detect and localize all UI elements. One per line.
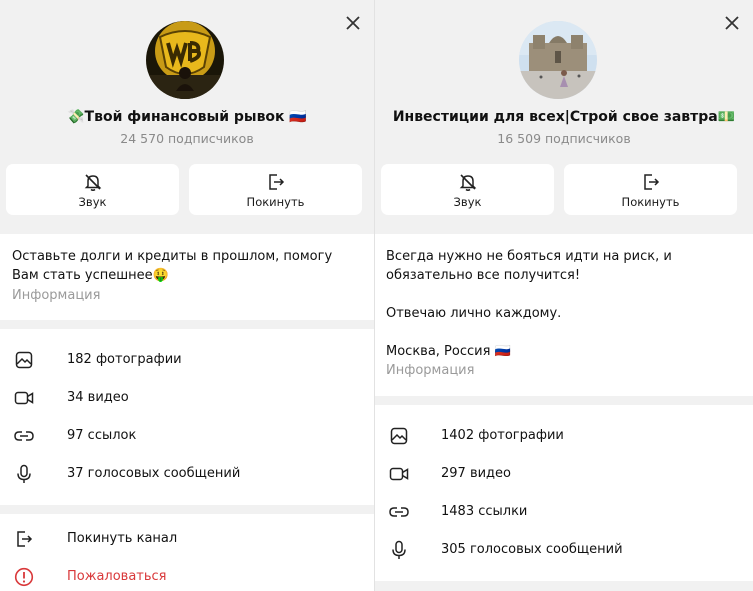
leave-icon [266,172,286,192]
media-item-label: 97 ссылок [67,428,137,443]
channel-title: 💸Твой финансовый рывок 🇷🇺 [67,109,307,125]
channel-title: Инвестиции для всех|Строй свое завтра💵 [392,109,736,125]
microphone-icon [389,540,409,560]
leave-icon [641,172,661,192]
photo-icon [14,350,34,370]
bell-off-icon [83,172,103,192]
bell-off-icon [458,172,478,192]
microphone-icon [14,464,34,484]
description-label: Информация [12,288,101,303]
video-icon [14,388,34,408]
link-icon [389,502,409,522]
media-item-videos[interactable]: 34 видео [0,379,374,417]
media-item-voice[interactable]: 37 голосовых сообщений [0,455,374,493]
media-item-photos[interactable]: 182 фотографии [0,341,374,379]
channel-description-line: Всегда нужно не бояться идти на риск, и … [386,249,672,283]
media-item-label: 305 голосовых сообщений [441,542,623,557]
close-icon [346,16,360,30]
media-item-label: 34 видео [67,390,129,405]
mute-button-label: Звук [453,195,482,209]
media-item-label: 182 фотографии [67,352,182,367]
report-label: Пожаловаться [67,569,167,584]
leave-button-label: Покинуть [246,195,305,209]
mute-button-label: Звук [78,195,107,209]
close-icon [725,16,739,30]
media-item-voice[interactable]: 305 голосовых сообщений [375,531,753,569]
media-item-links[interactable]: 1483 ссылки [375,493,753,531]
channel-description-line: Москва, Россия 🇷🇺 [386,344,511,359]
link-icon [14,426,34,446]
channel-avatar[interactable] [146,21,224,99]
media-section: 182 фотографии 34 видео 97 ссылок 37 гол… [0,329,374,505]
report-button[interactable]: Пожаловаться [0,558,374,591]
media-item-label: 297 видео [441,466,511,481]
subscriber-count: 16 509 подписчиков [497,131,631,146]
close-button[interactable] [342,12,364,34]
channel-info-panel-right: Инвестиции для всех|Строй свое завтра💵 1… [374,0,753,591]
leave-channel-label: Покинуть канал [67,531,178,546]
media-item-label: 37 голосовых сообщений [67,466,241,481]
media-item-photos[interactable]: 1402 фотографии [375,417,753,455]
leave-button[interactable]: Покинуть [189,164,362,215]
leave-button-label: Покинуть [621,195,680,209]
mute-button[interactable]: Звук [6,164,179,215]
media-section: 1402 фотографии 297 видео 1483 ссылки 30… [375,405,753,581]
close-button[interactable] [721,12,743,34]
channel-description: Оставьте долги и кредиты в прошлом, помо… [12,249,333,283]
leave-channel-button[interactable]: Покинуть канал [0,520,374,558]
channel-actions-section: Покинуть канал Пожаловаться [0,514,374,591]
subscriber-count: 24 570 подписчиков [120,131,254,146]
video-icon [389,464,409,484]
report-icon [14,567,34,587]
channel-info-panel-left: 💸Твой финансовый рывок 🇷🇺 24 570 подписч… [0,0,374,591]
channel-avatar[interactable] [519,21,597,99]
leave-icon [14,529,34,549]
mute-button[interactable]: Звук [381,164,554,215]
channel-description-line: Отвечаю лично каждому. [386,306,562,321]
media-item-links[interactable]: 97 ссылок [0,417,374,455]
description-label: Информация [386,363,475,378]
leave-button[interactable]: Покинуть [564,164,737,215]
description-section: Оставьте долги и кредиты в прошлом, помо… [0,234,374,320]
media-item-videos[interactable]: 297 видео [375,455,753,493]
description-section: Всегда нужно не бояться идти на риск, и … [375,234,753,396]
channel-avatar-image [519,21,597,99]
media-item-label: 1483 ссылки [441,504,528,519]
photo-icon [389,426,409,446]
channel-avatar-image [146,21,224,99]
media-item-label: 1402 фотографии [441,428,564,443]
